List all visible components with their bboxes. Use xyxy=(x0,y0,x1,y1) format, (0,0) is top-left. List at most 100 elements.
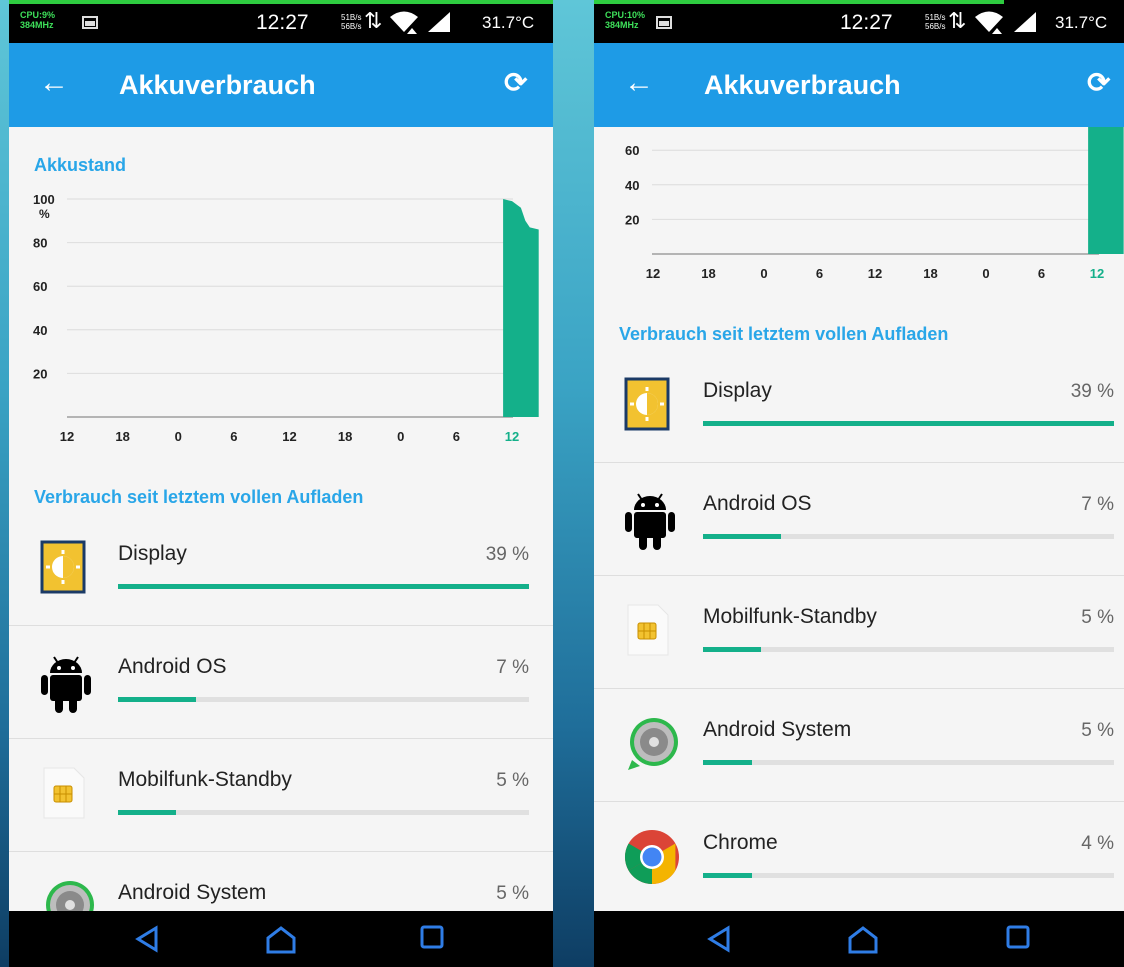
android-system-icon xyxy=(628,718,678,770)
phone-screen-left: CPU:9% 384MHz 12:27 51B/s 56B/s ⇅ 31.7°C… xyxy=(9,0,553,967)
usage-list-item[interactable]: Android System 5 % xyxy=(594,688,1124,802)
net-down-speed: 56B/s xyxy=(925,22,946,31)
usage-bar-fill xyxy=(703,421,1114,426)
nav-back-icon[interactable] xyxy=(134,925,160,953)
y-tick-label: 20 xyxy=(33,366,47,381)
app-name: Display xyxy=(703,379,772,402)
app-icon xyxy=(40,540,86,599)
x-tick-label: 12 xyxy=(868,266,882,281)
nav-back-icon[interactable] xyxy=(706,925,732,953)
usage-bar-track xyxy=(703,873,1114,878)
app-name: Android OS xyxy=(703,492,812,515)
status-bar: CPU:10% 384MHz 12:27 51B/s 56B/s ⇅ 31.7°… xyxy=(594,0,1124,43)
usage-bar-track xyxy=(118,584,529,589)
cpu-load-line xyxy=(594,0,1004,4)
usage-list-item[interactable]: Chrome 4 % xyxy=(594,801,1124,911)
usage-bar-fill xyxy=(703,534,782,539)
usage-list-item[interactable]: Mobilfunk-Standby 5 % xyxy=(9,738,553,852)
clock: 12:27 xyxy=(840,11,893,34)
usage-list-item[interactable]: Android OS 7 % xyxy=(9,625,553,739)
arrow-back-icon[interactable]: ← xyxy=(624,68,654,98)
usage-bar-track xyxy=(703,760,1114,765)
signal-strength-icon xyxy=(428,12,450,32)
cpu-readout: CPU:9% 384MHz xyxy=(20,10,55,30)
usage-bar-fill xyxy=(703,873,753,878)
battery-level-chart: 20406080100%12180612180612 xyxy=(594,127,1124,289)
nav-recents-icon[interactable] xyxy=(420,925,444,949)
x-tick-label: 6 xyxy=(230,429,237,444)
cpu-frequency: 384MHz xyxy=(605,20,639,30)
scroll-content[interactable]: Akkustand 20 40 60 80 100% 12 18 0 6 12 18 0 6 12 Ver… xyxy=(9,127,553,911)
display-brightness-icon xyxy=(624,377,670,431)
usage-heading: Verbrauch seit letztem vollen Aufladen xyxy=(619,324,949,344)
network-speed: 51B/s 56B/s xyxy=(341,13,361,31)
x-tick-label-current: 12 xyxy=(505,429,519,444)
usage-heading: Verbrauch seit letztem vollen Aufladen xyxy=(34,487,364,507)
image-notification-icon xyxy=(82,16,98,29)
usage-list-item[interactable]: Display 39 % xyxy=(594,349,1124,463)
arrow-back-icon[interactable]: ← xyxy=(39,68,69,98)
usage-bar-fill xyxy=(703,647,761,652)
app-icon xyxy=(40,766,86,825)
y-tick-label: 60 xyxy=(33,279,47,294)
refresh-icon[interactable]: ⟳ xyxy=(504,66,527,99)
page-title: Akkuverbrauch xyxy=(704,70,901,100)
app-icon xyxy=(40,879,96,911)
app-icon xyxy=(624,377,670,436)
android-robot-icon xyxy=(625,493,675,550)
app-name: Display xyxy=(118,542,187,565)
y-tick-label: 40 xyxy=(33,323,47,338)
usage-percent: 7 % xyxy=(496,657,529,678)
page-title: Akkuverbrauch xyxy=(119,70,316,100)
x-tick-label: 18 xyxy=(701,266,715,281)
status-bar: CPU:9% 384MHz 12:27 51B/s 56B/s ⇅ 31.7°C xyxy=(9,0,553,43)
cpu-frequency: 384MHz xyxy=(20,20,54,30)
scroll-content[interactable]: 20406080100%12180612180612 Verbrauch sei… xyxy=(594,127,1124,911)
usage-list-item[interactable]: Android System 5 % xyxy=(9,851,553,911)
usage-list-item[interactable]: Mobilfunk-Standby 5 % xyxy=(594,575,1124,689)
refresh-icon[interactable]: ⟳ xyxy=(1087,66,1110,99)
signal-strength-icon xyxy=(1014,12,1036,32)
phone-screen-right: CPU:10% 384MHz 12:27 51B/s 56B/s ⇅ 31.7°… xyxy=(594,0,1124,967)
temperature: 31.7°C xyxy=(482,13,535,32)
app-name: Chrome xyxy=(703,831,778,854)
data-transfer-icon: ⇅ xyxy=(364,8,383,33)
usage-bar-fill xyxy=(118,697,197,702)
navigation-bar xyxy=(9,911,553,967)
cpu-readout: CPU:10% 384MHz xyxy=(605,10,645,30)
battery-level-area xyxy=(1088,127,1124,254)
usage-percent: 39 % xyxy=(485,544,529,565)
usage-bar-track xyxy=(118,697,529,702)
x-tick-label-current: 12 xyxy=(1090,266,1104,281)
usage-bar-fill xyxy=(118,810,176,815)
temperature: 31.7°C xyxy=(1055,13,1108,32)
nav-home-icon[interactable] xyxy=(847,925,879,955)
x-tick-label: 18 xyxy=(115,429,129,444)
x-tick-label: 0 xyxy=(760,266,767,281)
net-down-speed: 56B/s xyxy=(341,22,362,31)
x-tick-label: 6 xyxy=(453,429,460,444)
usage-percent: 5 % xyxy=(496,770,529,791)
wifi-icon xyxy=(390,11,418,34)
sim-card-icon xyxy=(627,604,669,656)
usage-bar-track xyxy=(118,810,529,815)
app-icon xyxy=(624,603,670,662)
wifi-icon xyxy=(975,11,1003,34)
nav-recents-icon[interactable] xyxy=(1006,925,1030,949)
usage-percent: 39 % xyxy=(1070,381,1114,402)
battery-level-heading: Akkustand xyxy=(34,155,127,175)
usage-percent: 4 % xyxy=(1081,833,1114,854)
x-tick-label: 6 xyxy=(1038,266,1045,281)
x-tick-label: 18 xyxy=(923,266,937,281)
x-tick-label: 6 xyxy=(816,266,823,281)
android-system-icon xyxy=(46,881,94,911)
app-icon xyxy=(624,716,680,777)
nav-home-icon[interactable] xyxy=(265,925,297,955)
usage-bar-fill xyxy=(703,760,753,765)
usage-list-item[interactable]: Display 39 % xyxy=(9,512,553,626)
app-icon xyxy=(624,829,680,890)
y-tick-label: 100 xyxy=(33,192,55,207)
usage-bar-track xyxy=(703,534,1114,539)
app-bar: ← Akkuverbrauch ⟳ xyxy=(594,43,1124,127)
usage-list-item[interactable]: Android OS 7 % xyxy=(594,462,1124,576)
